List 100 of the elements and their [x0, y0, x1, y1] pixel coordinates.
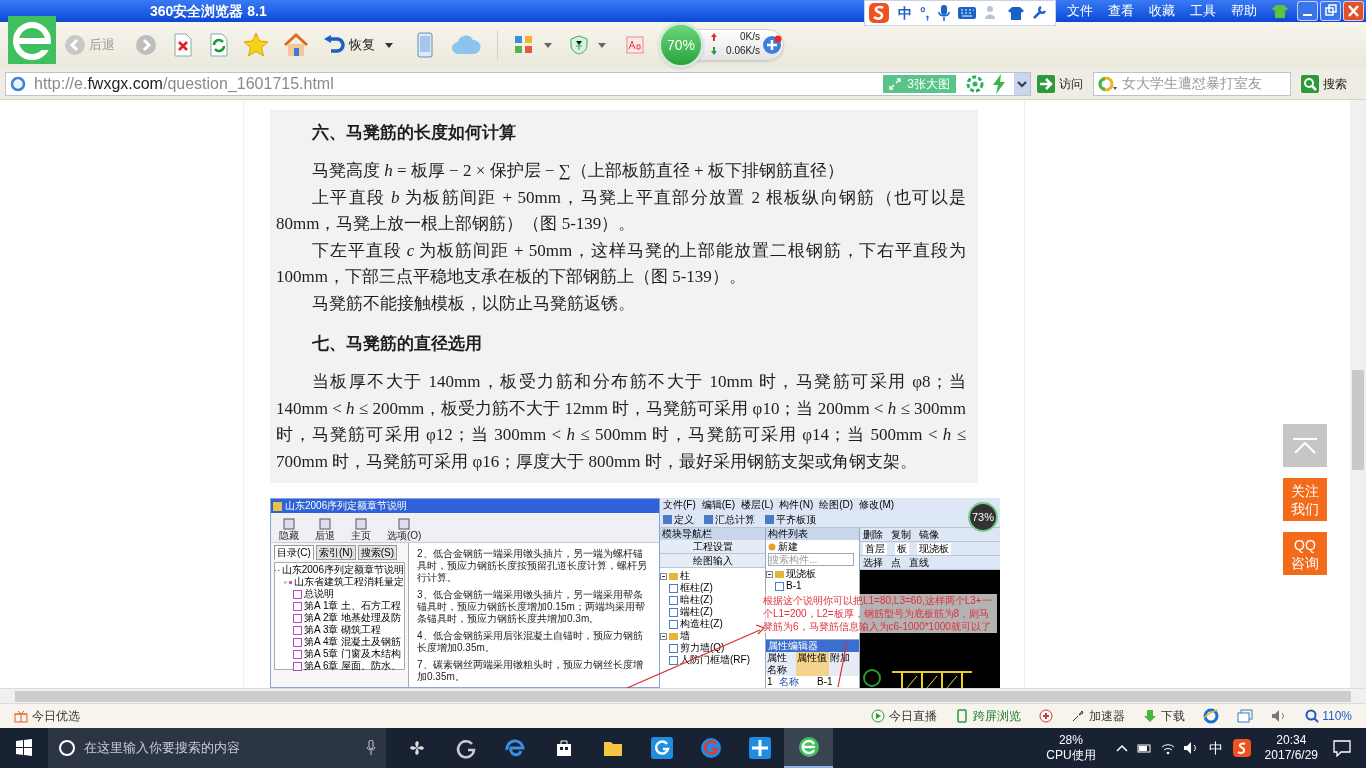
microphone-icon[interactable] [366, 740, 376, 756]
tree-item[interactable]: 暗柱(Z) [680, 594, 713, 606]
menu-item[interactable]: 收藏 [1149, 1, 1175, 21]
ime-mode-toggle[interactable]: °, [920, 2, 930, 24]
dropdown-button[interactable] [1014, 72, 1030, 95]
menu-item[interactable]: 构件(N) [779, 499, 814, 511]
visit-button[interactable]: 访问 [1037, 71, 1083, 96]
menu-item[interactable]: 楼层(L) [741, 499, 774, 511]
tree-item[interactable]: 构造柱(Z) [680, 618, 723, 630]
toolbar-button[interactable]: 删除 [863, 528, 883, 541]
accelerator-button[interactable]: 加速器 [1071, 707, 1126, 725]
search-input[interactable]: 在这里输入你要搜索的内容 [84, 738, 358, 758]
horizontal-scrollbar[interactable] [0, 688, 1366, 703]
live-button[interactable]: 今日直播 [871, 707, 938, 725]
speaker-icon[interactable] [1182, 740, 1199, 756]
toolbar-button[interactable]: 汇总计算 [704, 513, 755, 526]
toolbar-button[interactable]: 点 [891, 556, 901, 569]
selector-field[interactable]: 现浇板 [917, 542, 951, 555]
taskbar-search-bar[interactable]: 在这里输入你要搜索的内容 [48, 728, 386, 768]
tree-item[interactable]: 墙 [680, 630, 690, 642]
tree-item[interactable]: B-1 [786, 580, 802, 592]
toolbar-button[interactable]: 后退 [315, 518, 335, 541]
menu-item[interactable]: 工具 [1190, 1, 1216, 21]
cross-screen-button[interactable]: 跨屏浏览 [955, 707, 1022, 725]
menu-item[interactable]: 文件(F) [663, 499, 696, 511]
toolbar-button[interactable]: 选项(O) [387, 518, 422, 541]
dropdown-caret-icon[interactable] [544, 42, 552, 48]
panel-button[interactable]: 绘图输入 [660, 554, 765, 568]
new-button[interactable]: 新建 [766, 540, 800, 553]
tree-item[interactable]: 第A 1章 土、石方工程 [304, 600, 402, 612]
tab[interactable]: 目录(C) [274, 545, 314, 560]
tab[interactable]: 索引(N) [315, 545, 356, 560]
ie-logo-icon[interactable] [1203, 708, 1220, 724]
tree-item[interactable]: 第A 6章 屋面、防水、 [304, 660, 402, 672]
plugin-icon[interactable] [1039, 709, 1054, 723]
tree-item[interactable]: 山东省建筑工程消耗量定 [294, 576, 404, 588]
shirt-icon[interactable] [1271, 4, 1289, 18]
menu-item[interactable]: 修改(M) [859, 499, 895, 511]
browser-logo-taskbar-button[interactable] [784, 728, 833, 768]
stop-icon[interactable] [173, 33, 193, 57]
font-size-icon[interactable] [626, 36, 644, 54]
notification-icon[interactable] [1332, 739, 1352, 757]
dropdown-caret-icon[interactable] [385, 42, 393, 48]
toolbar-button[interactable]: 复制 [891, 528, 911, 541]
menu-item[interactable]: 绘图(D) [819, 499, 854, 511]
aperture-icon[interactable] [966, 74, 984, 93]
tree-item[interactable]: 第A 3章 砌筑工程 [304, 624, 382, 636]
tree-item[interactable]: 端柱(Z) [680, 606, 713, 618]
toolbar-button[interactable]: 镜像 [919, 528, 939, 541]
tree-item[interactable]: 柱 [680, 570, 690, 582]
home-icon[interactable] [283, 32, 309, 58]
tree-item[interactable]: 第A 4章 混凝土及钢筋 [304, 636, 402, 648]
windows-icon[interactable] [1237, 709, 1254, 723]
toolbar-button[interactable]: 平齐板顶 [765, 513, 816, 526]
tree-item[interactable]: 第A 2章 地基处理及防 [304, 612, 402, 624]
menu-item[interactable]: 文件 [1067, 1, 1093, 21]
address-field[interactable]: http://e.fwxgx.com/question_1601715.html 3张大图 [5, 71, 1031, 96]
tree-item[interactable]: 第A 5章 门窗及木结构 [304, 648, 402, 660]
zoom-button[interactable]: 110% [1305, 707, 1352, 725]
vertical-scrollbar[interactable] [1350, 100, 1366, 688]
star-icon[interactable] [243, 32, 269, 58]
input-method-logo-icon[interactable] [1232, 739, 1251, 757]
shirt-icon[interactable] [1007, 6, 1024, 20]
tab[interactable]: 搜索(S) [357, 545, 398, 560]
microphone-icon[interactable] [937, 5, 950, 21]
minimize-button[interactable] [1297, 1, 1318, 21]
search-field[interactable]: 搜索构件... [768, 553, 854, 566]
restore-button[interactable] [1320, 1, 1341, 21]
search-engine-icon[interactable] [1098, 75, 1118, 92]
menu-item[interactable]: 编辑(E) [701, 499, 736, 511]
tree-item[interactable]: 山东2006序列定额章节说明 [281, 564, 404, 576]
wrench-icon[interactable] [1031, 6, 1046, 20]
restore-button[interactable]: 恢复 [323, 35, 375, 55]
refresh-icon[interactable] [209, 33, 229, 57]
tree-item[interactable]: 总说明 [304, 588, 334, 600]
selector-field[interactable]: 板 [895, 542, 909, 555]
input-language-indicator[interactable]: 中 [1208, 737, 1223, 759]
add-icon[interactable] [762, 35, 782, 55]
download-button[interactable]: 下载 [1143, 707, 1186, 725]
dropdown-caret-icon[interactable] [598, 42, 606, 48]
toolbar-button[interactable]: 主页 [351, 518, 371, 541]
toolbar-button[interactable]: 选择 [863, 556, 883, 569]
today-picks-button[interactable]: 今日优选 [14, 707, 80, 725]
toolbar-button[interactable]: 直线 [909, 556, 929, 569]
lightning-icon[interactable] [992, 73, 1006, 94]
search-field[interactable]: 女大学生遭怼暴打室友 [1093, 71, 1291, 96]
toolbar-button[interactable]: 定义 [663, 513, 694, 526]
tree-item[interactable]: 现浇板 [786, 568, 816, 580]
panel-button[interactable]: 工程设置 [660, 540, 765, 554]
menu-item[interactable]: 帮助 [1231, 1, 1257, 21]
shield-icon[interactable] [570, 35, 588, 55]
apps-grid-icon[interactable] [514, 35, 534, 55]
input-method-logo-icon[interactable] [868, 2, 890, 24]
tree-item[interactable]: 框柱(Z) [680, 582, 713, 594]
keyboard-icon[interactable] [957, 7, 976, 19]
menu-item[interactable]: 查看 [1108, 1, 1134, 21]
search-button[interactable]: 搜索 [1301, 74, 1347, 93]
selector-field[interactable]: 首层 [863, 542, 887, 555]
close-button[interactable] [1343, 1, 1364, 21]
toolbar-button[interactable]: 隐藏 [279, 518, 299, 541]
